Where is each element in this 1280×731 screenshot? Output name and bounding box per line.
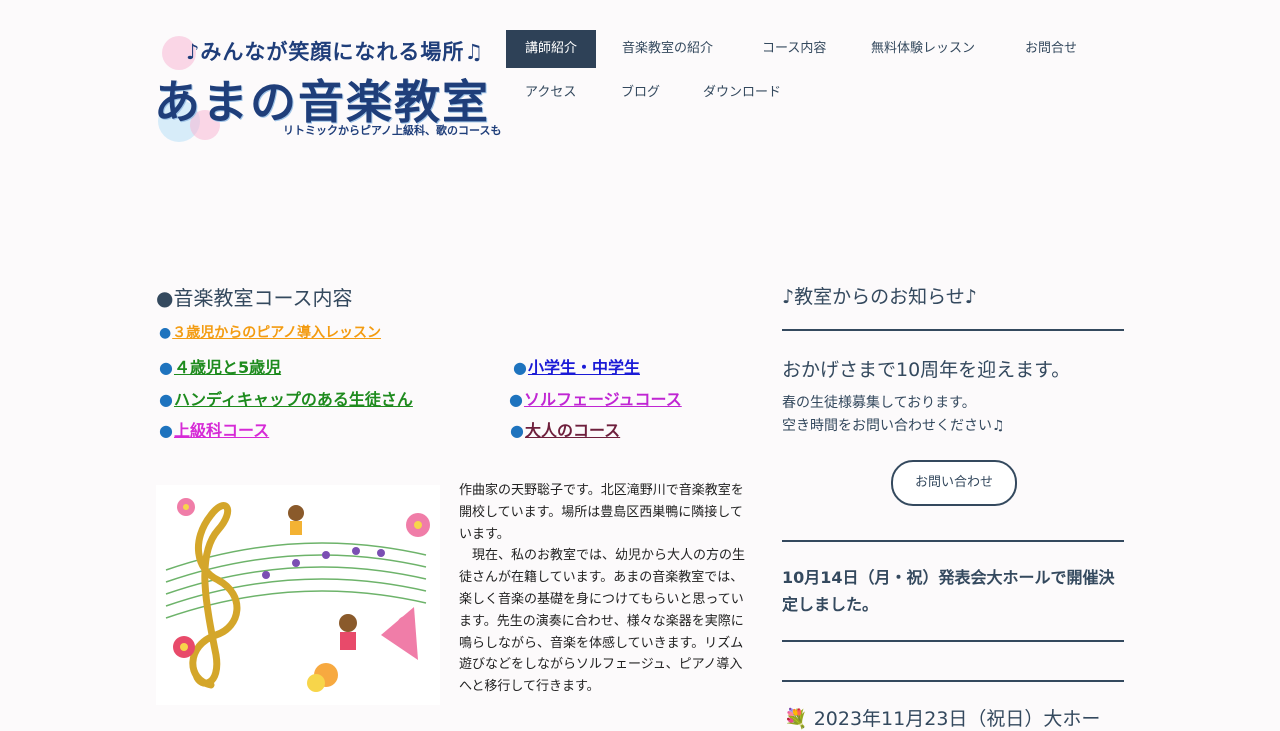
divider <box>782 680 1124 682</box>
news-recital-announcement: 10月14日（月・祝）発表会大ホールで開催決定しました。 <box>782 568 1115 614</box>
sidebar-title: ♪教室からのお知らせ♪ <box>782 286 977 308</box>
nav-item-courses[interactable]: コース内容 <box>743 30 845 68</box>
intro-text: 作曲家の天野聡子です。北区滝野川で音楽教室を開校しています。場所は豊島区西巣鴨に… <box>459 483 746 695</box>
site-logo[interactable]: ♪みんなが笑顔になれる場所♫ あまの音楽教室 リトミックからピアノ上級科、歌のコ… <box>150 30 520 145</box>
course-link-elementary-junior[interactable]: ●小学生・中学生 <box>513 354 640 378</box>
course-link-piano-intro[interactable]: ●３歳児からのピアノ導入レッスン <box>159 322 381 342</box>
nav-item-contact[interactable]: お問合せ <box>1006 30 1096 68</box>
music-illustration <box>156 485 440 705</box>
bullet-icon: ● <box>159 358 173 377</box>
courses-section-title: ●音楽教室コース内容 <box>156 286 353 310</box>
news-heading: おかげさまで10周年を迎えます。 <box>782 359 1071 381</box>
divider <box>782 540 1124 542</box>
nav-item-about[interactable]: 音楽教室の紹介 <box>603 30 732 68</box>
course-link-advanced[interactable]: ●上級科コース <box>159 417 269 441</box>
nav-item-download[interactable]: ダウンロード <box>684 74 800 112</box>
contact-button[interactable]: お問い合わせ <box>891 460 1017 506</box>
bullet-icon: ● <box>509 390 523 409</box>
bullet-icon: ● <box>510 421 524 440</box>
nav-item-access[interactable]: アクセス <box>506 74 595 112</box>
course-link-adult[interactable]: ●大人のコース <box>510 417 620 441</box>
site-subtitle: リトミックからピアノ上級科、歌のコースも <box>283 124 502 137</box>
course-link-4-5-years[interactable]: ●４歳児と5歳児 <box>159 354 281 378</box>
news-body: 春の生徒様募集しております。 空き時間をお問い合わせください♫ <box>782 395 1005 434</box>
bullet-icon: ● <box>513 358 527 377</box>
divider <box>782 640 1124 642</box>
news-event-2023: 💐 2023年11月23日（祝日）大ホー <box>784 708 1101 730</box>
nav-item-instructor[interactable]: 講師紹介 <box>506 30 597 68</box>
nav-item-blog[interactable]: ブログ <box>602 74 679 112</box>
bullet-icon: ● <box>159 325 172 341</box>
divider <box>782 329 1124 331</box>
bullet-icon: ● <box>159 390 173 409</box>
site-tagline: ♪みんなが笑顔になれる場所♫ <box>186 40 485 64</box>
course-link-solfege[interactable]: ●ソルフェージュコース <box>509 386 682 410</box>
nav-item-free-trial[interactable]: 無料体験レッスン <box>852 30 994 68</box>
course-link-handicap[interactable]: ●ハンディキャップのある生徒さん <box>159 386 413 410</box>
bullet-icon: ● <box>159 421 173 440</box>
